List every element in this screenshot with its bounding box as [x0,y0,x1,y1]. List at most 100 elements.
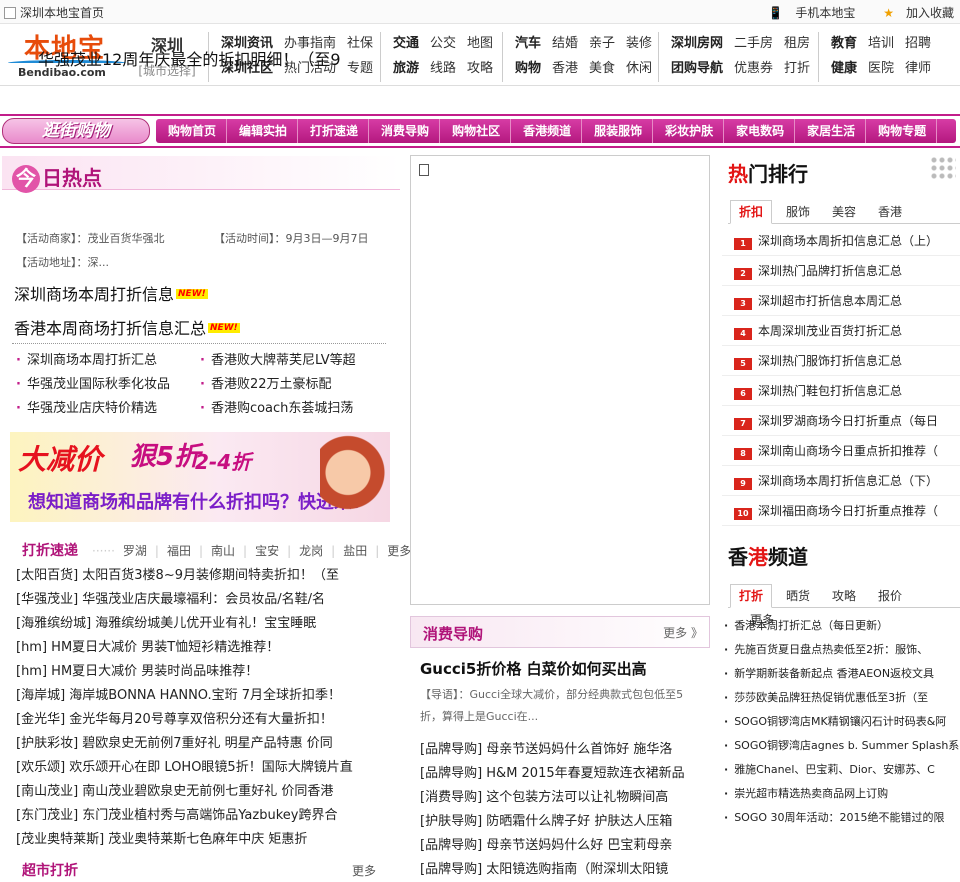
promo-banner[interactable]: 大减价 狠5折 2-4折 想知道商场和品牌有什么折扣吗？快进来! [10,432,390,522]
nav-link[interactable]: 装修 [626,36,652,51]
guide-item[interactable]: [品牌导购] 母亲节送妈妈什么首饰好 施华洛 [420,738,685,762]
hot-big-link-1[interactable]: 深圳商场本周打折信息 NEW! [14,281,208,305]
area-tab[interactable]: 南山 [211,544,235,558]
discount-item[interactable]: [东门茂业] 东门茂业植村秀与高端饰品Yazbukey跨界合 [16,804,353,828]
hk-item[interactable]: SOGO铜锣湾店MK精钢镶闪石计时码表&阿 [724,710,959,734]
guide-item[interactable]: [护肤导购] 防晒霜什么牌子好 护肤达人压箱 [420,810,685,834]
discount-item[interactable]: [hm] HM夏日大减价 男装T恤短衫精选推荐！ [16,636,353,660]
nav-link[interactable]: 专题 [347,61,373,76]
nav-link[interactable]: 交通 [393,36,419,51]
discount-title[interactable]: 打折速递 [22,540,78,560]
ranking-tab[interactable]: 美容 [824,201,864,225]
shop-menu-item[interactable]: 家居生活 [795,119,867,143]
ranking-item[interactable]: 5 深圳热门服饰打折信息汇总 [722,346,960,376]
nav-link[interactable]: 教育 [831,36,857,51]
nav-link[interactable]: 美食 [589,61,615,76]
discount-item[interactable]: [太阳百货] 太阳百货3楼8~9月装修期间特卖折扣！（至 [16,564,353,588]
shop-menu-item[interactable]: 家电数码 [724,119,796,143]
hot-list-item[interactable]: 香港购coach东荟城扫荡 [200,397,356,421]
guide-title[interactable]: 消费导购 [423,623,483,644]
area-tab[interactable]: 宝安 [255,544,279,558]
guide-item[interactable]: [品牌导购] 母亲节送妈妈什么好 巴宝莉母亲 [420,834,685,858]
hot-big-link-2[interactable]: 香港本周商场打折信息汇总 NEW! [14,315,240,339]
hot-list-item[interactable]: 香港败22万土豪标配 [200,373,356,397]
nav-link[interactable]: 培训 [868,36,894,51]
guide-item[interactable]: [品牌导购] H&M 2015年春夏短款连衣裙新品 [420,762,685,786]
nav-link[interactable]: 汽车 [515,36,541,51]
nav-link[interactable]: 深圳房网 [671,36,723,51]
ranking-item[interactable]: 3 深圳超市打折信息本周汇总 [722,286,960,316]
area-tab[interactable]: 福田 [167,544,191,558]
area-tab[interactable]: 盐田 [343,544,367,558]
nav-link[interactable]: 律师 [905,61,931,76]
shop-menu-item[interactable]: 购物首页 [156,119,228,143]
nav-link[interactable]: 健康 [831,61,857,76]
mobile-link[interactable]: 📱 手机本地宝 [768,6,855,20]
home-link[interactable]: 深圳本地宝首页 [4,4,104,21]
ranking-tab[interactable]: 折扣 [730,200,773,224]
hk-tab[interactable]: 报价 [870,585,910,609]
discount-item[interactable]: [hm] HM夏日大减价 男装时尚品味推荐！ [16,660,353,684]
ranking-item[interactable]: 1 深圳商场本周折扣信息汇总（上） [722,226,960,256]
hk-item[interactable]: SOGO 30周年活动：2015绝不能错过的限 [724,806,959,830]
shop-menu-item[interactable]: 香港频道 [511,119,583,143]
ranking-item[interactable]: 4 本周深圳茂业百货打折汇总 [722,316,960,346]
discount-item[interactable]: [华强茂业] 华强茂业店庆最壕福利：会员妆品/名鞋/名 [16,588,353,612]
shop-menu-item[interactable]: 彩妆护肤 [653,119,725,143]
middle-media-box[interactable] [410,155,710,605]
area-tab[interactable]: 龙岗 [299,544,323,558]
ranking-item[interactable]: 8 深圳南山商场今日重点折扣推荐（ [722,436,960,466]
hk-item[interactable]: 崇光超市精选热卖商品网上订购 [724,782,959,806]
ranking-item[interactable]: 10 深圳福田商场今日打折重点推荐（ [722,496,960,526]
nav-link[interactable]: 优惠券 [734,61,773,76]
nav-link[interactable]: 香港 [552,61,578,76]
hot-list-item[interactable]: 华强茂业店庆特价精选 [16,397,170,421]
ranking-tab[interactable]: 香港 [870,201,910,225]
hk-item[interactable]: 先施百货夏日盘点热卖低至2折：服饰、 [724,638,959,662]
ranking-item[interactable]: 7 深圳罗湖商场今日打折重点（每日 [722,406,960,436]
guide-more-link[interactable]: 更多 》 [663,624,703,641]
nav-link[interactable]: 线路 [430,61,456,76]
discount-item[interactable]: [南山茂业] 南山茂业碧欧泉史无前例七重好礼 价同香港 [16,780,353,804]
hk-item[interactable]: 新学期新装备新起点 香港AEON返校文具 [724,662,959,686]
ranking-item[interactable]: 9 深圳商场本周打折信息汇总（下） [722,466,960,496]
nav-link[interactable]: 团购导航 [671,61,723,76]
ranking-item[interactable]: 6 深圳热门鞋包打折信息汇总 [722,376,960,406]
shop-menu-item[interactable]: 编辑实拍 [227,119,299,143]
hk-item[interactable]: 雅施Chanel、巴宝莉、Dior、安娜苏、C [724,758,959,782]
nav-link[interactable]: 二手房 [734,36,773,51]
discount-item[interactable]: [海岸城] 海岸城BONNA HANNO.宝珩 7月全球折扣季！ [16,684,353,708]
nav-link[interactable]: 攻略 [467,61,493,76]
hot-headline[interactable]: 华强茂业12周年庆最全的折扣明细！（至9 [38,46,341,70]
shop-menu-item[interactable]: 购物社区 [440,119,512,143]
hot-list-item[interactable]: 深圳商场本周打折汇总 [16,349,170,373]
discount-item[interactable]: [金光华] 金光华每月20号尊享双倍积分还有大量折扣！ [16,708,353,732]
hk-tab[interactable]: 打折 [730,584,773,608]
discount-item[interactable]: [海雅缤纷城] 海雅缤纷城美儿优开业有礼！宝宝睡眠 [16,612,353,636]
shop-menu-item[interactable]: 服装服饰 [582,119,654,143]
nav-link[interactable]: 招聘 [905,36,931,51]
discount-item[interactable]: [护肤彩妆] 碧欧泉史无前例7重好礼 明星产品特惠 价同 [16,732,353,756]
guide-headline[interactable]: Gucci5折价格 白菜价如何买出高 [420,658,647,679]
hk-item[interactable]: SOGO铜锣湾店agnes b. Summer Splash系 [724,734,959,758]
discount-item[interactable]: [欢乐颂] 欢乐颂开心在即 LOHO眼镜5折！国际大牌镜片直 [16,756,353,780]
shopping-brand[interactable]: 逛街购物 [2,118,150,144]
nav-link[interactable]: 结婚 [552,36,578,51]
supermarket-more[interactable]: 更多 [352,862,384,879]
guide-item[interactable]: [品牌导购] 太阳镜选购指南（附深圳太阳镜 [420,858,685,882]
favorite-link[interactable]: ★ 加入收藏 [871,6,954,20]
nav-link[interactable]: 购物 [515,61,541,76]
nav-link[interactable]: 租房 [784,36,810,51]
nav-link[interactable]: 地图 [467,36,493,51]
nav-link[interactable]: 旅游 [393,61,419,76]
hk-tab[interactable]: 晒货 [778,585,818,609]
guide-item[interactable]: [消费导购] 这个包装方法可以让礼物瞬间高 [420,786,685,810]
nav-link[interactable]: 休闲 [626,61,652,76]
nav-link[interactable]: 公交 [430,36,456,51]
discount-item[interactable]: [茂业奥特莱斯] 茂业奥特莱斯七色麻年中庆 矩惠折 [16,828,353,852]
nav-link[interactable]: 社保 [347,36,373,51]
hot-list-item[interactable]: 华强茂业国际秋季化妆品 [16,373,170,397]
ranking-tab[interactable]: 服饰 [778,201,818,225]
shop-menu-item[interactable]: 购物专题 [866,119,938,143]
shop-menu-item[interactable]: 打折速递 [298,119,370,143]
